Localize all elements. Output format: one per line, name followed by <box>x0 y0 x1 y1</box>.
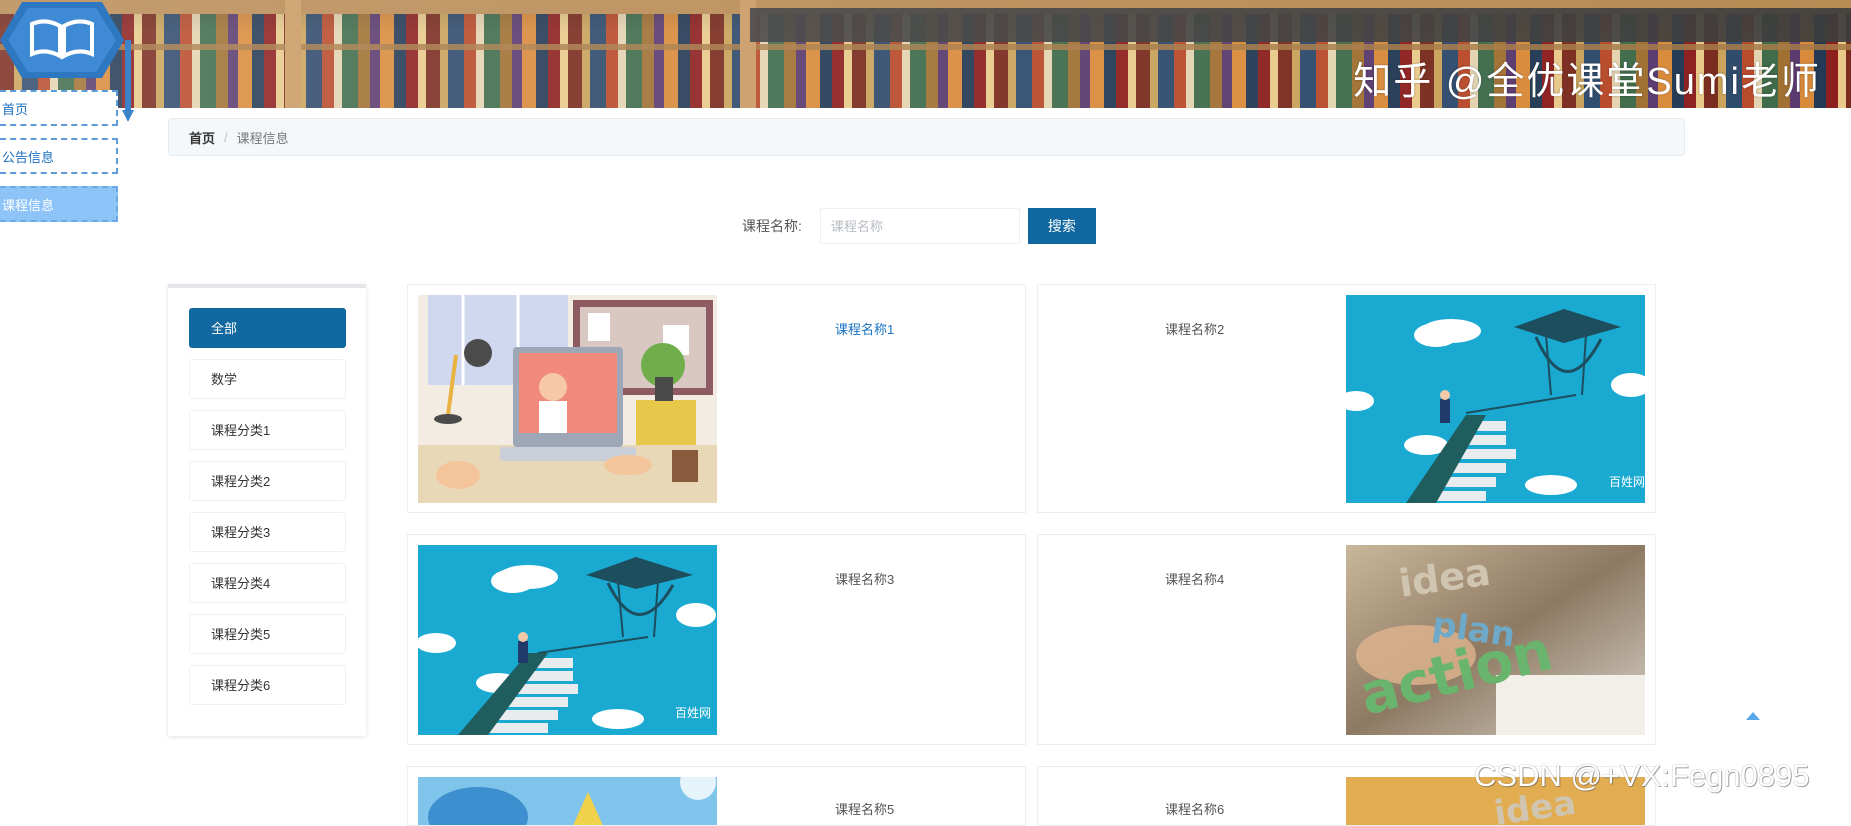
category-item-math[interactable]: 数学 <box>189 359 346 399</box>
breadcrumb-current: 课程信息 <box>236 130 289 146</box>
course-title[interactable]: 课程名称2 <box>1165 319 1224 338</box>
search-label: 课程名称: <box>742 218 802 234</box>
side-nav-item-notice[interactable]: 公告信息 <box>0 138 118 174</box>
online-class-image[interactable] <box>418 295 717 503</box>
course-card[interactable]: 课程名称1 <box>407 284 1026 513</box>
category-item-4[interactable]: 课程分类4 <box>189 563 346 603</box>
category-item-1[interactable]: 课程分类1 <box>189 410 346 450</box>
open-book-icon[interactable] <box>0 2 124 82</box>
category-item-3[interactable]: 课程分类3 <box>189 512 346 552</box>
course-title[interactable]: 课程名称6 <box>1165 799 1224 818</box>
nav-pin-icon <box>122 40 134 122</box>
footer-watermark: CSDN @+VX:Fegn0895 <box>1474 758 1810 793</box>
image-brand-text: 百姓网 <box>675 706 711 720</box>
header-banner: 知乎 @全优课堂Sumi老师 <box>0 0 1851 108</box>
search-button[interactable]: 搜索 <box>1027 208 1096 244</box>
course-card[interactable]: 百姓网 课程名称2 <box>1037 284 1656 513</box>
side-nav-item-course[interactable]: 课程信息 <box>0 186 118 222</box>
course-card[interactable]: 百姓网 课程名称3 <box>407 534 1026 745</box>
course-card[interactable]: 课程名称5 <box>407 766 1026 826</box>
course-title[interactable]: 课程名称3 <box>835 569 894 588</box>
search-bar: 课程名称: 搜索 <box>742 208 1096 244</box>
caret-up-icon[interactable] <box>1746 712 1760 720</box>
side-nav: 首页 公告信息 课程信息 <box>0 90 118 234</box>
idea-plan-action-image[interactable]: idea plan action <box>1346 545 1645 735</box>
category-item-2[interactable]: 课程分类2 <box>189 461 346 501</box>
graduation-stairs-image[interactable]: 百姓网 <box>418 545 717 735</box>
course-title[interactable]: 课程名称1 <box>835 319 894 338</box>
graduation-stairs-image[interactable]: 百姓网 <box>1346 295 1645 503</box>
category-panel: 全部 数学 课程分类1 课程分类2 课程分类3 课程分类4 课程分类5 课程分类… <box>168 284 366 736</box>
category-item-5[interactable]: 课程分类5 <box>189 614 346 654</box>
course-title[interactable]: 课程名称5 <box>835 799 894 818</box>
image-brand-text: 百姓网 <box>1609 475 1645 489</box>
category-item-6[interactable]: 课程分类6 <box>189 665 346 705</box>
banner-watermark: 知乎 @全优课堂Sumi老师 <box>1353 61 1821 103</box>
search-input[interactable] <box>819 208 1020 244</box>
course-card[interactable]: idea plan action 课程名称4 <box>1037 534 1656 745</box>
blue-abstract-image[interactable] <box>418 777 717 826</box>
side-nav-item-home[interactable]: 首页 <box>0 90 118 126</box>
course-title[interactable]: 课程名称4 <box>1165 569 1224 588</box>
breadcrumb-separator: / <box>224 129 228 145</box>
breadcrumb-home[interactable]: 首页 <box>189 128 215 147</box>
category-item-all[interactable]: 全部 <box>189 308 346 348</box>
breadcrumb: 首页 / 课程信息 <box>168 118 1685 156</box>
